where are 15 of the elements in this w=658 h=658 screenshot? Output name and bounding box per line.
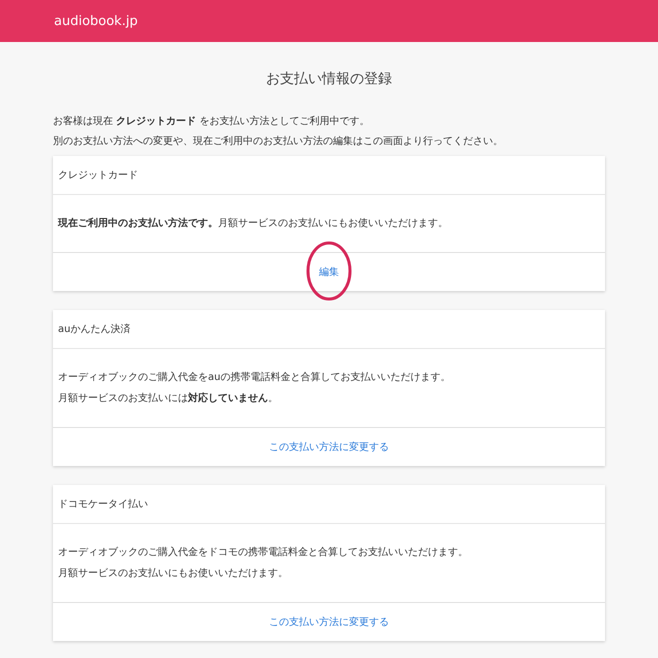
site-logo[interactable]: audiobook.jp [54, 14, 138, 28]
card-title: auかんたん決済 [58, 322, 130, 336]
description-text: オーディオブックのご購入代金をauの携帯電話料金と合算してお支払いいただけます。 [58, 370, 452, 385]
edit-link[interactable]: 編集 [319, 265, 339, 279]
intro-text: 別のお支払い方法への変更や、現在ご利用中のお支払い方法の編集はこの画面より行ってください。 [53, 134, 504, 149]
description-text: 月額サービスのお支払いにもお使いいただけます。 [58, 566, 289, 581]
intro-text: お客様は現在 クレジットカード をお支払い方法としてご利用中です。 [53, 114, 370, 129]
description-text: 月額サービスのお支払いには対応していません。 [58, 391, 279, 406]
description-text: 現在ご利用中のお支払い方法です。月額サービスのお支払いにもお使いいただけます。 [58, 216, 449, 231]
description-text: オーディオブックのご購入代金をドコモの携帯電話料金と合算してお支払いいただけます。 [58, 546, 469, 560]
card-title: クレジットカード [58, 169, 138, 182]
change-method-link[interactable]: この支払い方法に変更する [269, 440, 389, 454]
change-method-link[interactable]: この支払い方法に変更する [269, 615, 389, 629]
page-title: お支払い情報の登録 [265, 70, 393, 88]
card-title: ドコモケータイ払い [58, 498, 148, 511]
